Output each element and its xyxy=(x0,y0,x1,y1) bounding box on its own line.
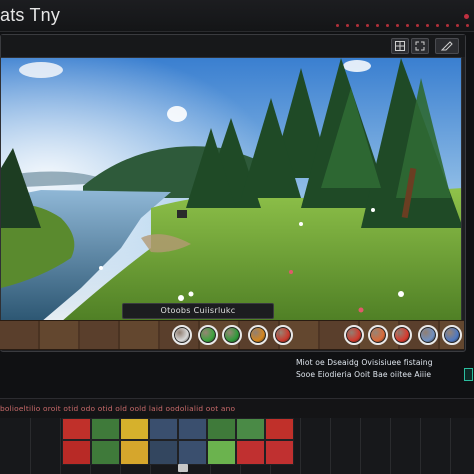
timeline-cell[interactable] xyxy=(120,418,149,440)
timeline-header: bolioeltilio oroit otid odo otid old ool… xyxy=(0,398,474,418)
timeline-cell[interactable] xyxy=(236,418,265,440)
viewport-header xyxy=(1,35,465,57)
timeline-grid-line xyxy=(330,418,331,474)
timeline-grid-line xyxy=(420,418,421,474)
timeline-cell[interactable] xyxy=(207,418,236,440)
timeline-cell[interactable] xyxy=(62,440,91,465)
hotbar-slot[interactable] xyxy=(418,325,438,345)
info-marker-icon[interactable] xyxy=(464,368,473,381)
grid-icon[interactable] xyxy=(391,38,409,54)
timeline-grid-line xyxy=(300,418,301,474)
timeline-cell[interactable] xyxy=(178,418,207,440)
hotbar-slot[interactable] xyxy=(172,325,192,345)
hotbar-label: Otoobs Cuiisrlukc xyxy=(122,303,274,319)
window-indicator-dots xyxy=(336,24,474,27)
timeline-cell[interactable] xyxy=(120,440,149,465)
timeline-cell[interactable] xyxy=(178,440,207,465)
timeline-track[interactable] xyxy=(0,418,474,474)
timeline-cell[interactable] xyxy=(265,418,294,440)
hotbar-slot[interactable] xyxy=(392,325,412,345)
timeline-grid-line xyxy=(60,418,61,474)
timeline-header-label: bolioeltilio oroit otid odo otid old ool… xyxy=(0,404,236,413)
game-scene[interactable] xyxy=(0,57,462,321)
close-dot-icon[interactable] xyxy=(464,14,469,19)
title-bar: ats Tny xyxy=(0,0,474,32)
hotbar-slot[interactable] xyxy=(442,325,462,345)
hotbar-slot[interactable] xyxy=(198,325,218,345)
fullscreen-icon[interactable] xyxy=(411,38,429,54)
hotbar-slot[interactable] xyxy=(273,325,293,345)
timeline-cell[interactable] xyxy=(91,440,120,465)
timeline-cell[interactable] xyxy=(149,440,178,465)
info-line-2: Sooe Eiodieria Ooit Bae oiitee Aiiie xyxy=(296,370,432,379)
hotbar-slot[interactable] xyxy=(344,325,364,345)
timeline-scrubber[interactable] xyxy=(178,464,188,472)
hotbar-slot[interactable] xyxy=(248,325,268,345)
timeline-cell[interactable] xyxy=(91,418,120,440)
timeline-cell[interactable] xyxy=(207,440,236,465)
pen-icon[interactable] xyxy=(435,38,459,54)
hotbar-slot[interactable] xyxy=(368,325,388,345)
timeline-grid-line xyxy=(450,418,451,474)
timeline-grid-line xyxy=(390,418,391,474)
timeline-cell[interactable] xyxy=(62,418,91,440)
info-line-1: Miot oe Dseaidg Ovisisiuee fistaing xyxy=(296,358,433,367)
app-title: ats Tny xyxy=(0,5,61,25)
timeline-cell[interactable] xyxy=(149,418,178,440)
timeline-cell[interactable] xyxy=(236,440,265,465)
hotbar-slot[interactable] xyxy=(222,325,242,345)
timeline-grid-line xyxy=(30,418,31,474)
timeline-grid-line xyxy=(360,418,361,474)
timeline-cell[interactable] xyxy=(265,440,294,465)
